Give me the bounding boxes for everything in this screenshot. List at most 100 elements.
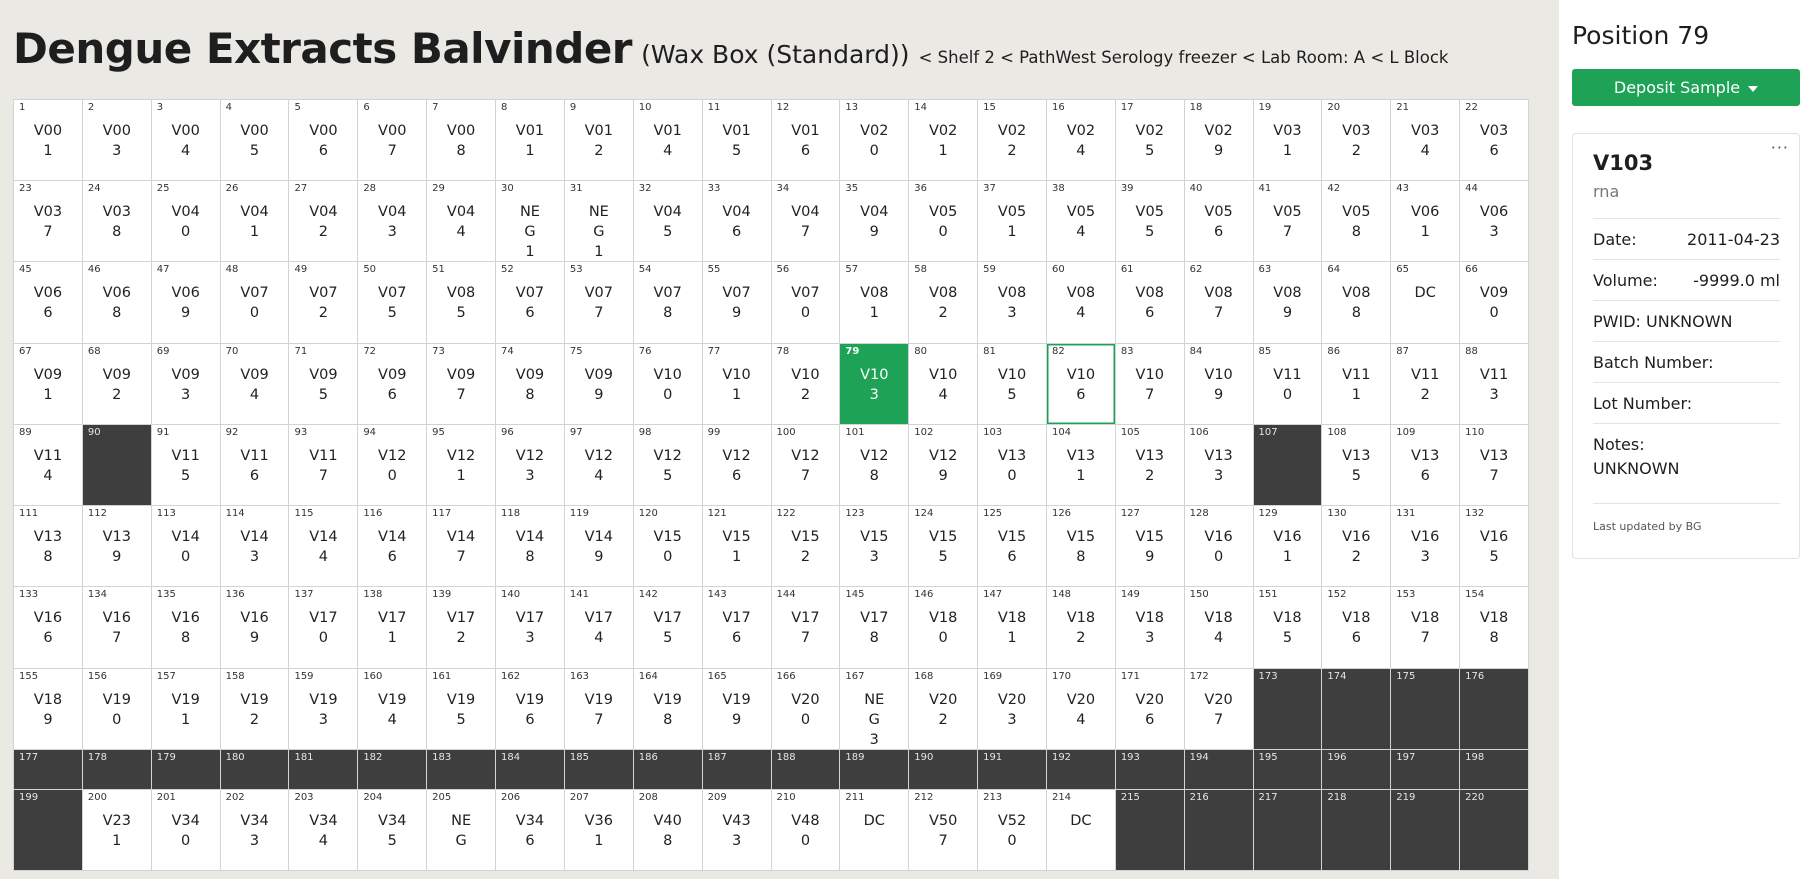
sample-cell[interactable]: 203 V34 4	[289, 789, 358, 870]
sample-cell[interactable]: 144 V17 7	[771, 587, 840, 668]
sample-cell[interactable]: 38 V05 4	[1046, 181, 1115, 262]
sample-cell[interactable]: 60 V08 4	[1046, 262, 1115, 343]
sample-cell[interactable]: 25 V04 0	[151, 181, 220, 262]
empty-position-cell[interactable]: 184	[496, 749, 564, 789]
empty-position-cell[interactable]: 182	[358, 749, 427, 789]
sample-cell[interactable]: 163 V19 7	[564, 668, 633, 749]
empty-position-cell[interactable]: 178	[82, 749, 151, 789]
sample-cell[interactable]: 209 V43 3	[702, 789, 771, 870]
sample-cell[interactable]: 164 V19 8	[633, 668, 702, 749]
empty-position-cell[interactable]: 219	[1391, 789, 1460, 870]
sample-cell[interactable]: 151 V18 5	[1253, 587, 1322, 668]
sample-cell[interactable]: 172 V20 7	[1184, 668, 1253, 749]
empty-position-cell[interactable]: 179	[151, 749, 220, 789]
sample-cell[interactable]: 117 V14 7	[427, 506, 496, 587]
empty-position-cell[interactable]: 190	[909, 749, 978, 789]
sample-cell[interactable]: 101 V12 8	[840, 424, 909, 506]
sample-cell[interactable]: 19 V03 1	[1253, 100, 1322, 181]
sample-cell[interactable]: 149 V18 3	[1115, 587, 1184, 668]
sample-cell[interactable]: 13 V02 0	[840, 100, 909, 181]
sample-cell[interactable]: 86 V111	[1322, 343, 1391, 424]
empty-position-cell[interactable]: 107	[1253, 424, 1322, 506]
sample-cell[interactable]: 92 V116	[220, 424, 289, 506]
sample-cell[interactable]: 161 V19 5	[427, 668, 496, 749]
sample-cell[interactable]: 35 V04 9	[840, 181, 909, 262]
empty-position-cell[interactable]: 188	[771, 749, 840, 789]
sample-cell[interactable]: 69 V09 3	[151, 343, 220, 424]
sample-cell[interactable]: 158 V19 2	[220, 668, 289, 749]
sample-cell[interactable]: 152 V18 6	[1322, 587, 1391, 668]
sample-cell[interactable]: 130 V16 2	[1322, 506, 1391, 587]
sample-cell[interactable]: 122 V15 2	[771, 506, 840, 587]
sample-cell[interactable]: 73 V09 7	[427, 343, 496, 424]
sample-cell[interactable]: 93 V117	[289, 424, 358, 506]
sample-cell[interactable]: 10 V01 4	[633, 100, 702, 181]
sample-cell[interactable]: 22 V03 6	[1460, 100, 1528, 181]
sample-cell[interactable]: 68 V09 2	[82, 343, 151, 424]
sample-cell[interactable]: 1 V00 1	[14, 100, 82, 181]
sample-cell[interactable]: 56 V07 0	[771, 262, 840, 343]
sample-cell[interactable]: 43 V06 1	[1391, 181, 1460, 262]
sample-cell[interactable]: 53 V07 7	[564, 262, 633, 343]
empty-position-cell[interactable]: 176	[1460, 668, 1528, 749]
sample-cell[interactable]: 82 V10 6	[1046, 343, 1115, 424]
empty-position-cell[interactable]: 192	[1046, 749, 1115, 789]
empty-position-cell[interactable]: 197	[1391, 749, 1460, 789]
empty-position-cell[interactable]: 181	[289, 749, 358, 789]
sample-cell[interactable]: 74 V09 8	[496, 343, 564, 424]
sample-cell[interactable]: 55 V07 9	[702, 262, 771, 343]
sample-cell[interactable]: 170 V20 4	[1046, 668, 1115, 749]
empty-position-cell[interactable]: 215	[1115, 789, 1184, 870]
sample-cell[interactable]: 213 V52 0	[978, 789, 1046, 870]
sample-cell[interactable]: 139 V17 2	[427, 587, 496, 668]
sample-cell[interactable]: 134 V16 7	[82, 587, 151, 668]
sample-cell[interactable]: 31 NEG 1	[564, 181, 633, 262]
sample-cell[interactable]: 80 V10 4	[909, 343, 978, 424]
empty-position-cell[interactable]: 220	[1460, 789, 1528, 870]
sample-cell[interactable]: 48 V07 0	[220, 262, 289, 343]
sample-cell[interactable]: 54 V07 8	[633, 262, 702, 343]
sample-cell[interactable]: 124 V15 5	[909, 506, 978, 587]
sample-cell[interactable]: 137 V17 0	[289, 587, 358, 668]
sample-cell[interactable]: 96 V12 3	[496, 424, 564, 506]
sample-cell[interactable]: 147 V181	[978, 587, 1046, 668]
sample-cell[interactable]: 157 V191	[151, 668, 220, 749]
sample-cell[interactable]: 79 V10 3	[840, 343, 909, 424]
sample-cell[interactable]: 162 V19 6	[496, 668, 564, 749]
sample-cell[interactable]: 129 V161	[1253, 506, 1322, 587]
sample-cell[interactable]: 210 V48 0	[771, 789, 840, 870]
sample-cell[interactable]: 200 V23 1	[82, 789, 151, 870]
sample-cell[interactable]: 77 V101	[702, 343, 771, 424]
sample-cell[interactable]: 138 V171	[358, 587, 427, 668]
empty-position-cell[interactable]: 218	[1322, 789, 1391, 870]
empty-position-cell[interactable]: 217	[1253, 789, 1322, 870]
sample-cell[interactable]: 24 V03 8	[82, 181, 151, 262]
sample-cell[interactable]: 159 V19 3	[289, 668, 358, 749]
empty-position-cell[interactable]: 90	[82, 424, 151, 506]
sample-cell[interactable]: 99 V12 6	[702, 424, 771, 506]
sample-cell[interactable]: 15 V02 2	[978, 100, 1046, 181]
sample-cell[interactable]: 120 V15 0	[633, 506, 702, 587]
sample-cell[interactable]: 166 V20 0	[771, 668, 840, 749]
sample-cell[interactable]: 146 V18 0	[909, 587, 978, 668]
sample-cell[interactable]: 150 V18 4	[1184, 587, 1253, 668]
sample-cell[interactable]: 91 V115	[151, 424, 220, 506]
sample-cell[interactable]: 50 V07 5	[358, 262, 427, 343]
sample-cell[interactable]: 23 V03 7	[14, 181, 82, 262]
sample-cell[interactable]: 89 V114	[14, 424, 82, 506]
sample-cell[interactable]: 44 V06 3	[1460, 181, 1528, 262]
sample-cell[interactable]: 51 V08 5	[427, 262, 496, 343]
sample-cell[interactable]: 65 DC	[1391, 262, 1460, 343]
sample-cell[interactable]: 211 DC	[840, 789, 909, 870]
empty-position-cell[interactable]: 187	[702, 749, 771, 789]
ellipsis-icon[interactable]: ···	[1771, 138, 1789, 157]
sample-cell[interactable]: 167 NEG 3	[840, 668, 909, 749]
sample-cell[interactable]: 121 V151	[702, 506, 771, 587]
sample-cell[interactable]: 28 V04 3	[358, 181, 427, 262]
sample-cell[interactable]: 104 V131	[1046, 424, 1115, 506]
sample-cell[interactable]: 85 V110	[1253, 343, 1322, 424]
sample-cell[interactable]: 116 V14 6	[358, 506, 427, 587]
sample-cell[interactable]: 202 V34 3	[220, 789, 289, 870]
sample-cell[interactable]: 57 V08 1	[840, 262, 909, 343]
sample-cell[interactable]: 87 V112	[1391, 343, 1460, 424]
